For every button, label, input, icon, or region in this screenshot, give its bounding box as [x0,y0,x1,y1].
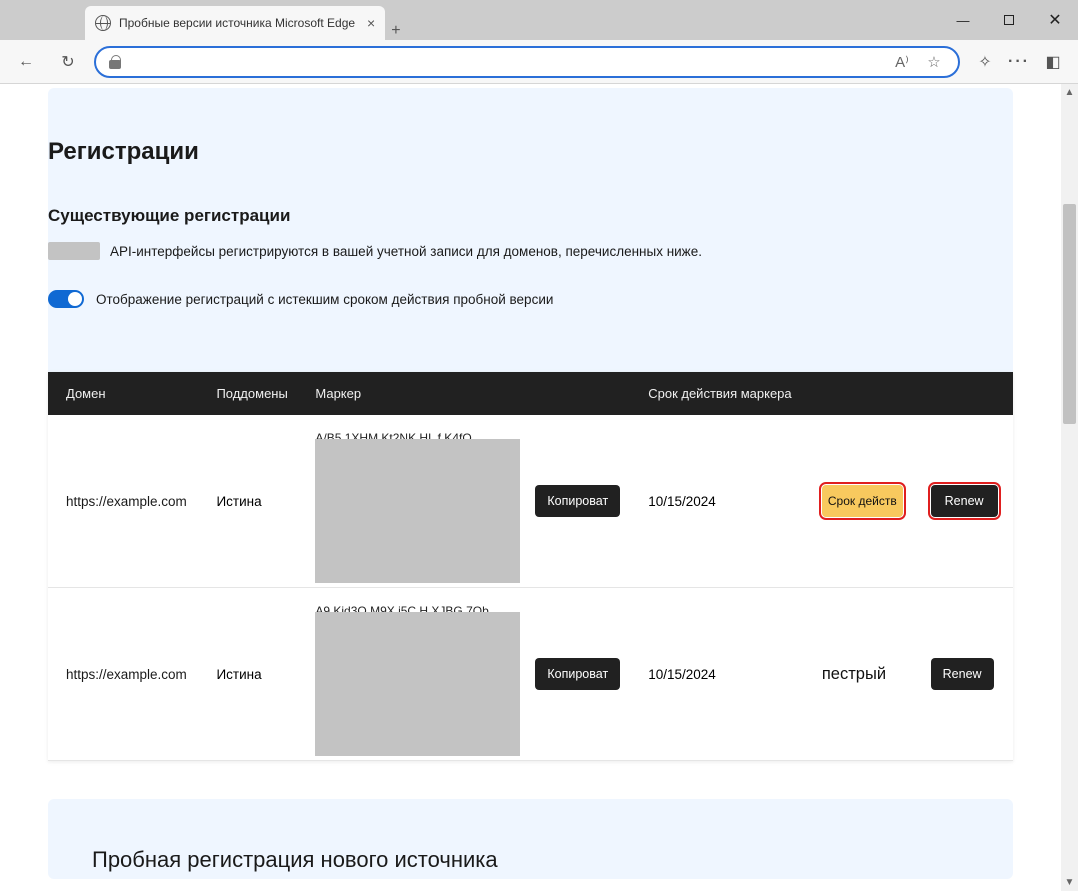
close-tab-icon[interactable]: × [367,15,375,31]
cell-subdomains: Истина [204,415,303,588]
col-token: Маркер [303,372,523,415]
renew-button[interactable]: Renew [931,658,994,690]
col-copy [523,372,636,415]
registrations-table: Домен Поддомены Маркер Срок действия мар… [48,372,1013,761]
copy-button[interactable]: Копироват [535,658,620,690]
cell-token: A/B5 1XHM Kt2NK HL f K4fO QBE [303,415,523,588]
extensions-icon[interactable]: ✧ [970,47,1000,77]
window-controls: — ✕ [940,0,1078,40]
new-origin-section: Пробная регистрация нового источника [48,799,1013,879]
viewport: Регистрации Существующие регистрации API… [0,84,1078,891]
cell-domain: https://example.com [48,588,204,761]
browser-tab-strip: Пробные версии источника Microsoft Edge … [0,0,1078,40]
section-subtitle: Существующие регистрации [48,206,1013,226]
sidebar-icon[interactable]: ◧ [1038,47,1068,77]
col-subdomains: Поддомены [204,372,303,415]
cell-renew: Renew [919,415,1013,588]
new-tab-button[interactable]: + [391,22,400,40]
cell-status: пестрый [810,588,919,761]
token-redaction [315,612,520,756]
show-expired-toggle[interactable] [48,290,84,308]
cell-status: Срок действ [810,415,919,588]
globe-icon [95,15,111,31]
address-bar-row: ← ↻ A⁾ ☆ ✧ ··· ◧ [0,40,1078,84]
section2-title: Пробная регистрация нового источника [92,847,969,873]
renew-button[interactable]: Renew [931,485,998,517]
table-row: https://example.com Истина A/B5 1XHM Kt2… [48,415,1013,588]
read-aloud-icon[interactable]: A⁾ [890,50,914,74]
col-domain: Домен [48,372,204,415]
url-input[interactable]: A⁾ ☆ [94,46,960,78]
scroll-thumb[interactable] [1063,204,1076,424]
favorite-icon[interactable]: ☆ [922,50,946,74]
minimize-button[interactable]: — [940,0,986,40]
cell-token: A9 Kid3O M9X i5C H XJBG 7Ob oonvrQ [303,588,523,761]
cell-copy: Копироват [523,588,636,761]
cell-domain: https://example.com [48,415,204,588]
token-redaction [315,439,520,583]
back-button[interactable]: ← [10,46,42,78]
maximize-button[interactable] [986,0,1032,40]
lock-icon [108,55,122,69]
section-description: API-интерфейсы регистрируются в вашей уч… [110,244,702,259]
browser-tab[interactable]: Пробные версии источника Microsoft Edge … [85,6,385,40]
page-title: Регистрации [48,138,1013,166]
col-renew [919,372,1013,415]
tab-title: Пробные версии источника Microsoft Edge [119,16,355,30]
redacted-chip [48,242,100,260]
col-expiry: Срок действия маркера [636,372,810,415]
vertical-scrollbar[interactable]: ▲ ▼ [1061,84,1078,891]
scroll-up-icon[interactable]: ▲ [1061,84,1078,101]
status-text: пестрый [822,665,886,683]
cell-subdomains: Истина [204,588,303,761]
cell-expiry: 10/15/2024 [636,415,810,588]
status-expired-badge[interactable]: Срок действ [822,485,903,517]
cell-copy: Копироват [523,415,636,588]
table-row: https://example.com Истина A9 Kid3O M9X … [48,588,1013,761]
col-status [810,372,919,415]
scroll-down-icon[interactable]: ▼ [1061,874,1078,891]
toggle-label: Отображение регистраций с истекшим сроко… [96,292,553,307]
cell-expiry: 10/15/2024 [636,588,810,761]
table-header-row: Домен Поддомены Маркер Срок действия мар… [48,372,1013,415]
copy-button[interactable]: Копироват [535,485,620,517]
cell-renew: Renew [919,588,1013,761]
settings-menu-icon[interactable]: ··· [1004,47,1034,77]
close-window-button[interactable]: ✕ [1032,0,1078,40]
refresh-button[interactable]: ↻ [52,46,84,78]
